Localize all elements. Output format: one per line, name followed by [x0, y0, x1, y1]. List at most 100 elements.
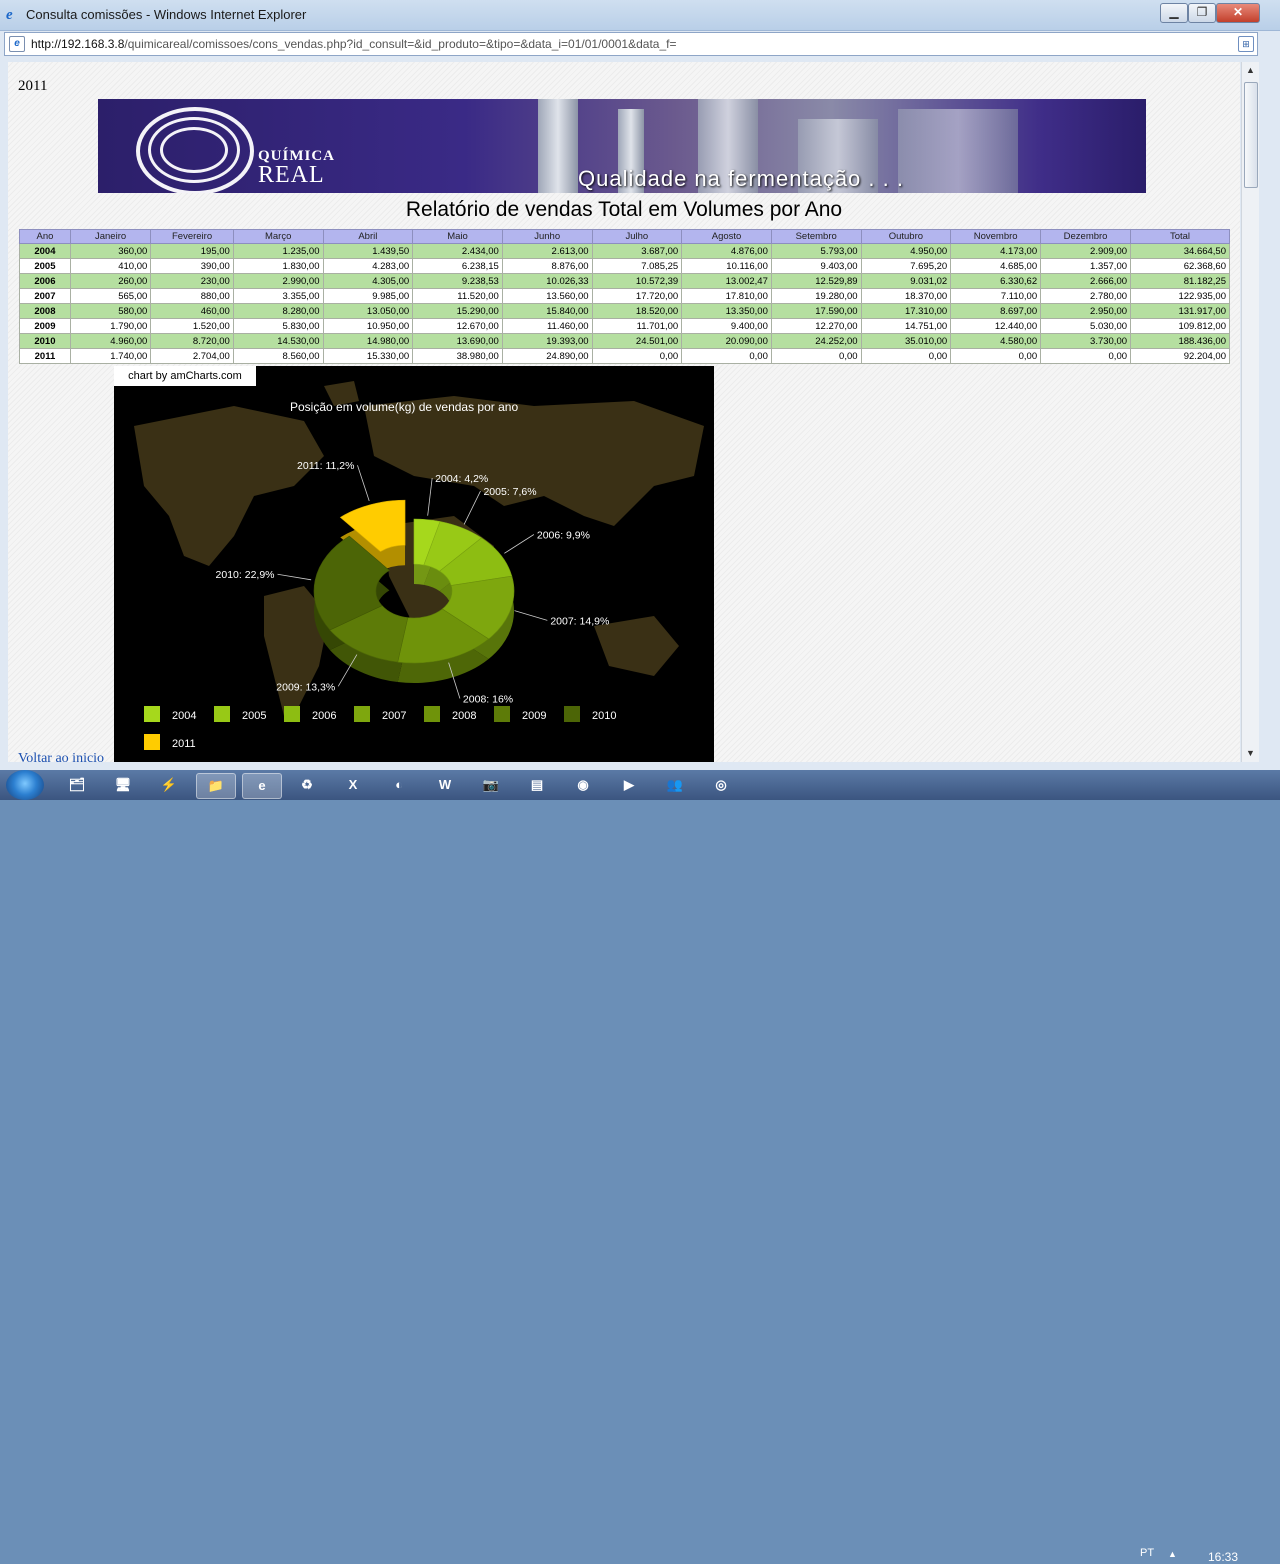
table-cell: 230,00: [150, 273, 234, 289]
table-row: 2006 260,00 230,00 2.990,00 4.305,00 9.238,53…: [19, 273, 1230, 289]
vertical-scrollbar[interactable]: ▲ ▼: [1241, 62, 1259, 762]
clock[interactable]: 16:33: [1208, 1550, 1238, 1564]
title-bar: e Consulta comissões - Windows Internet …: [0, 0, 1280, 31]
start-button[interactable]: [6, 770, 44, 800]
table-cell: 460,00: [150, 303, 234, 319]
table-cell: 9.238,53: [412, 273, 503, 289]
legend-swatch-2008[interactable]: [424, 706, 440, 722]
address-url[interactable]: http://192.168.3.8/quimicareal/comissoes…: [31, 37, 676, 51]
table-cell: 0,00: [1040, 348, 1132, 364]
pie-label-line: [277, 573, 312, 581]
table-cell: 1.790,00: [69, 318, 152, 334]
table-cell: 62.368,60: [1130, 258, 1230, 274]
table-cell: 15.840,00: [501, 303, 593, 319]
taskbar-app-button[interactable]: W: [426, 773, 464, 797]
company-banner: QUÍMICA REAL Qualidade na fermentação . …: [98, 99, 1146, 193]
taskbar-app-button[interactable]: 📷: [472, 773, 510, 797]
logo-text-real: REAL: [258, 162, 325, 188]
table-cell: 5.830,00: [232, 318, 324, 334]
address-bar[interactable]: e http://192.168.3.8/quimicareal/comisso…: [4, 32, 1258, 56]
taskbar-app-button[interactable]: 📁: [196, 773, 236, 799]
legend-label[interactable]: 2010: [592, 710, 616, 722]
scroll-down-arrow[interactable]: ▼: [1242, 745, 1259, 762]
table-cell: 2.780,00: [1040, 288, 1132, 304]
table-cell: 10.950,00: [322, 318, 414, 334]
column-header: Março: [232, 229, 324, 244]
legend-swatch-2006[interactable]: [284, 706, 300, 722]
taskbar-app-button[interactable]: ◐: [380, 773, 418, 797]
table-cell: 13.002,47: [681, 273, 772, 289]
table-cell: 7.695,20: [860, 258, 952, 274]
taskbar-app-button[interactable]: ♻: [288, 773, 326, 797]
table-cell: 410,00: [69, 258, 152, 274]
table-cell: 9.400,00: [681, 318, 772, 334]
close-button[interactable]: ✕: [1216, 3, 1260, 23]
table-cell: 2.666,00: [1040, 273, 1132, 289]
show-hidden-icons[interactable]: ▲: [1168, 1549, 1177, 1559]
legend-swatch-2011[interactable]: [144, 734, 160, 750]
table-cell: 7.085,25: [591, 258, 683, 274]
taskbar-app-button[interactable]: 🗂: [58, 773, 96, 797]
table-cell: 17.720,00: [591, 288, 683, 304]
legend-label[interactable]: 2007: [382, 710, 406, 722]
table-cell: 17.810,00: [681, 288, 772, 304]
back-to-start-link[interactable]: Voltar ao inicio: [18, 751, 104, 762]
table-cell: 18.520,00: [591, 303, 683, 319]
pie-label-line: [504, 534, 535, 554]
legend-swatch-2009[interactable]: [494, 706, 510, 722]
report-title: Relatório de vendas Total em Volumes por…: [405, 198, 843, 221]
legend-swatch-2007[interactable]: [354, 706, 370, 722]
column-header: Maio: [412, 229, 503, 244]
pie-slice-label: 2008: 16%: [463, 694, 513, 706]
table-cell: 10.026,33: [501, 273, 593, 289]
table-cell: 12.529,89: [770, 273, 862, 289]
language-indicator[interactable]: PT: [1140, 1547, 1154, 1559]
table-cell: 81.182,25: [1130, 273, 1230, 289]
table-cell: 2.434,00: [412, 243, 503, 259]
compatibility-view-icon[interactable]: ⊞: [1238, 36, 1254, 52]
browser-window: e Consulta comissões - Windows Internet …: [0, 0, 1280, 770]
table-cell: 20.090,00: [681, 333, 772, 349]
taskbar-app-button[interactable]: ◎: [702, 773, 740, 797]
table-cell: 565,00: [69, 288, 152, 304]
table-cell: 19.393,00: [501, 333, 593, 349]
table-cell: 4.173,00: [950, 243, 1042, 259]
sales-table: Ano Janeiro Fevereiro Março Abril Maio Junho Ju…: [19, 229, 1230, 364]
scroll-up-arrow[interactable]: ▲: [1242, 62, 1259, 79]
legend-label[interactable]: 2009: [522, 710, 546, 722]
table-cell: 195,00: [150, 243, 234, 259]
legend-swatch-2004[interactable]: [144, 706, 160, 722]
maximize-button[interactable]: ❐: [1188, 3, 1216, 23]
legend-label[interactable]: 2006: [312, 710, 336, 722]
scroll-thumb[interactable]: [1244, 82, 1258, 188]
chart-credit[interactable]: chart by amCharts.com: [114, 366, 256, 386]
minimize-button[interactable]: ▁: [1160, 3, 1188, 23]
taskbar-app-button[interactable]: ⚡: [150, 773, 188, 797]
taskbar-app-button[interactable]: X: [334, 773, 372, 797]
table-cell: 5.030,00: [1040, 318, 1132, 334]
table-cell: 35.010,00: [860, 333, 952, 349]
taskbar-app-button[interactable]: ▤: [518, 773, 556, 797]
taskbar-app-button[interactable]: ▶: [610, 773, 648, 797]
table-cell: 8.697,00: [950, 303, 1042, 319]
table-cell: 4.305,00: [322, 273, 414, 289]
taskbar-app-button[interactable]: 👥: [656, 773, 694, 797]
table-cell: 14.751,00: [860, 318, 952, 334]
legend-label[interactable]: 2004: [172, 710, 196, 722]
pie-label-line: [514, 610, 548, 621]
legend-label[interactable]: 2011: [172, 738, 196, 750]
taskbar-app-button[interactable]: e: [242, 773, 282, 799]
column-header: Fevereiro: [150, 229, 234, 244]
taskbar-app-button[interactable]: 🖥: [104, 773, 142, 797]
table-cell: 8.560,00: [232, 348, 324, 364]
legend-swatch-2010[interactable]: [564, 706, 580, 722]
legend-label[interactable]: 2008: [452, 710, 476, 722]
taskbar-app-button[interactable]: ◉: [564, 773, 602, 797]
table-cell: 8.876,00: [501, 258, 593, 274]
legend-swatch-2005[interactable]: [214, 706, 230, 722]
legend-label[interactable]: 2005: [242, 710, 266, 722]
ie-icon: e: [6, 7, 13, 23]
table-cell: 6.238,15: [412, 258, 503, 274]
table-cell: 580,00: [69, 303, 152, 319]
table-cell: 34.664,50: [1130, 243, 1230, 259]
